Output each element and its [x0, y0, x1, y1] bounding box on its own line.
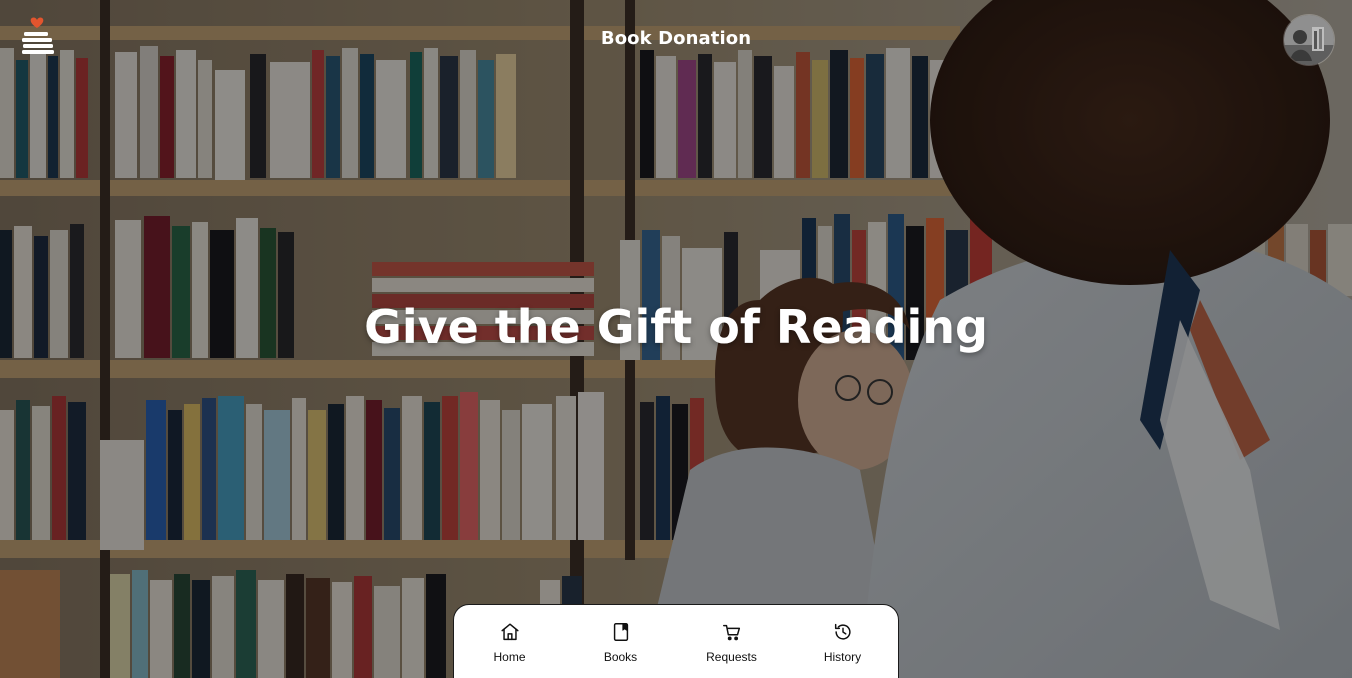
nav-item-books[interactable]: Books	[565, 605, 676, 678]
hero-title: Give the Gift of Reading	[364, 300, 988, 354]
book-icon	[613, 623, 628, 641]
nav-item-requests[interactable]: Requests	[676, 605, 787, 678]
history-icon	[834, 623, 851, 640]
nav-item-home[interactable]: Home	[454, 605, 565, 678]
bottom-nav: Home Books Requests History	[453, 604, 899, 678]
book-stack-heart-icon[interactable]	[20, 16, 56, 60]
nav-item-history[interactable]: History	[787, 605, 898, 678]
nav-label-books: Books	[603, 650, 638, 664]
home-icon	[500, 623, 519, 641]
page: Book Donation Give the Gift of Reading H…	[0, 0, 1352, 678]
cart-icon	[722, 624, 740, 641]
nav-label-requests: Requests	[706, 650, 757, 664]
nav-label-history: History	[823, 650, 862, 664]
nav-label-home: Home	[493, 650, 526, 664]
user-avatar[interactable]	[1284, 15, 1334, 65]
